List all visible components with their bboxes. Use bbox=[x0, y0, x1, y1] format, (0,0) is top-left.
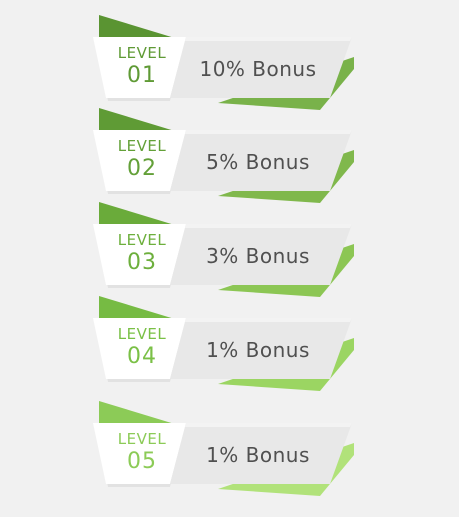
level-label: LEVEL bbox=[117, 137, 167, 155]
ribbon-flap-top bbox=[99, 296, 178, 320]
level-label: LEVEL bbox=[117, 231, 167, 249]
ribbon-flap-top bbox=[99, 202, 178, 226]
level-number: 05 bbox=[127, 449, 157, 474]
level-banner-5: LEVEL 05 1% Bonus bbox=[0, 401, 459, 496]
level-banner-1: LEVEL 01 10% Bonus bbox=[0, 15, 459, 110]
level-number: 01 bbox=[127, 63, 157, 88]
bonus-text: 3% Bonus bbox=[206, 244, 310, 268]
bonus-card-highlight bbox=[185, 224, 352, 228]
level-banner-2: LEVEL 02 5% Bonus bbox=[0, 108, 459, 203]
level-number: 04 bbox=[127, 344, 157, 369]
ribbon-flap-top bbox=[99, 401, 178, 425]
bonus-card-highlight bbox=[185, 423, 352, 427]
level-label: LEVEL bbox=[117, 44, 167, 62]
level-number: 02 bbox=[127, 156, 157, 181]
bonus-card-highlight bbox=[185, 37, 352, 41]
level-label: LEVEL bbox=[117, 430, 167, 448]
bonus-card-highlight bbox=[185, 130, 352, 134]
ribbon-flap-top bbox=[99, 108, 178, 132]
ribbon-flap-top bbox=[99, 15, 178, 39]
bonus-text: 5% Bonus bbox=[206, 150, 310, 174]
level-banner-4: LEVEL 04 1% Bonus bbox=[0, 296, 459, 391]
bonus-text: 1% Bonus bbox=[206, 443, 310, 467]
bonus-text: 1% Bonus bbox=[206, 338, 310, 362]
level-label: LEVEL bbox=[117, 325, 167, 343]
level-banner-3: LEVEL 03 3% Bonus bbox=[0, 202, 459, 297]
level-number: 03 bbox=[127, 250, 157, 275]
bonus-text: 10% Bonus bbox=[199, 57, 317, 81]
bonus-card-highlight bbox=[185, 318, 352, 322]
